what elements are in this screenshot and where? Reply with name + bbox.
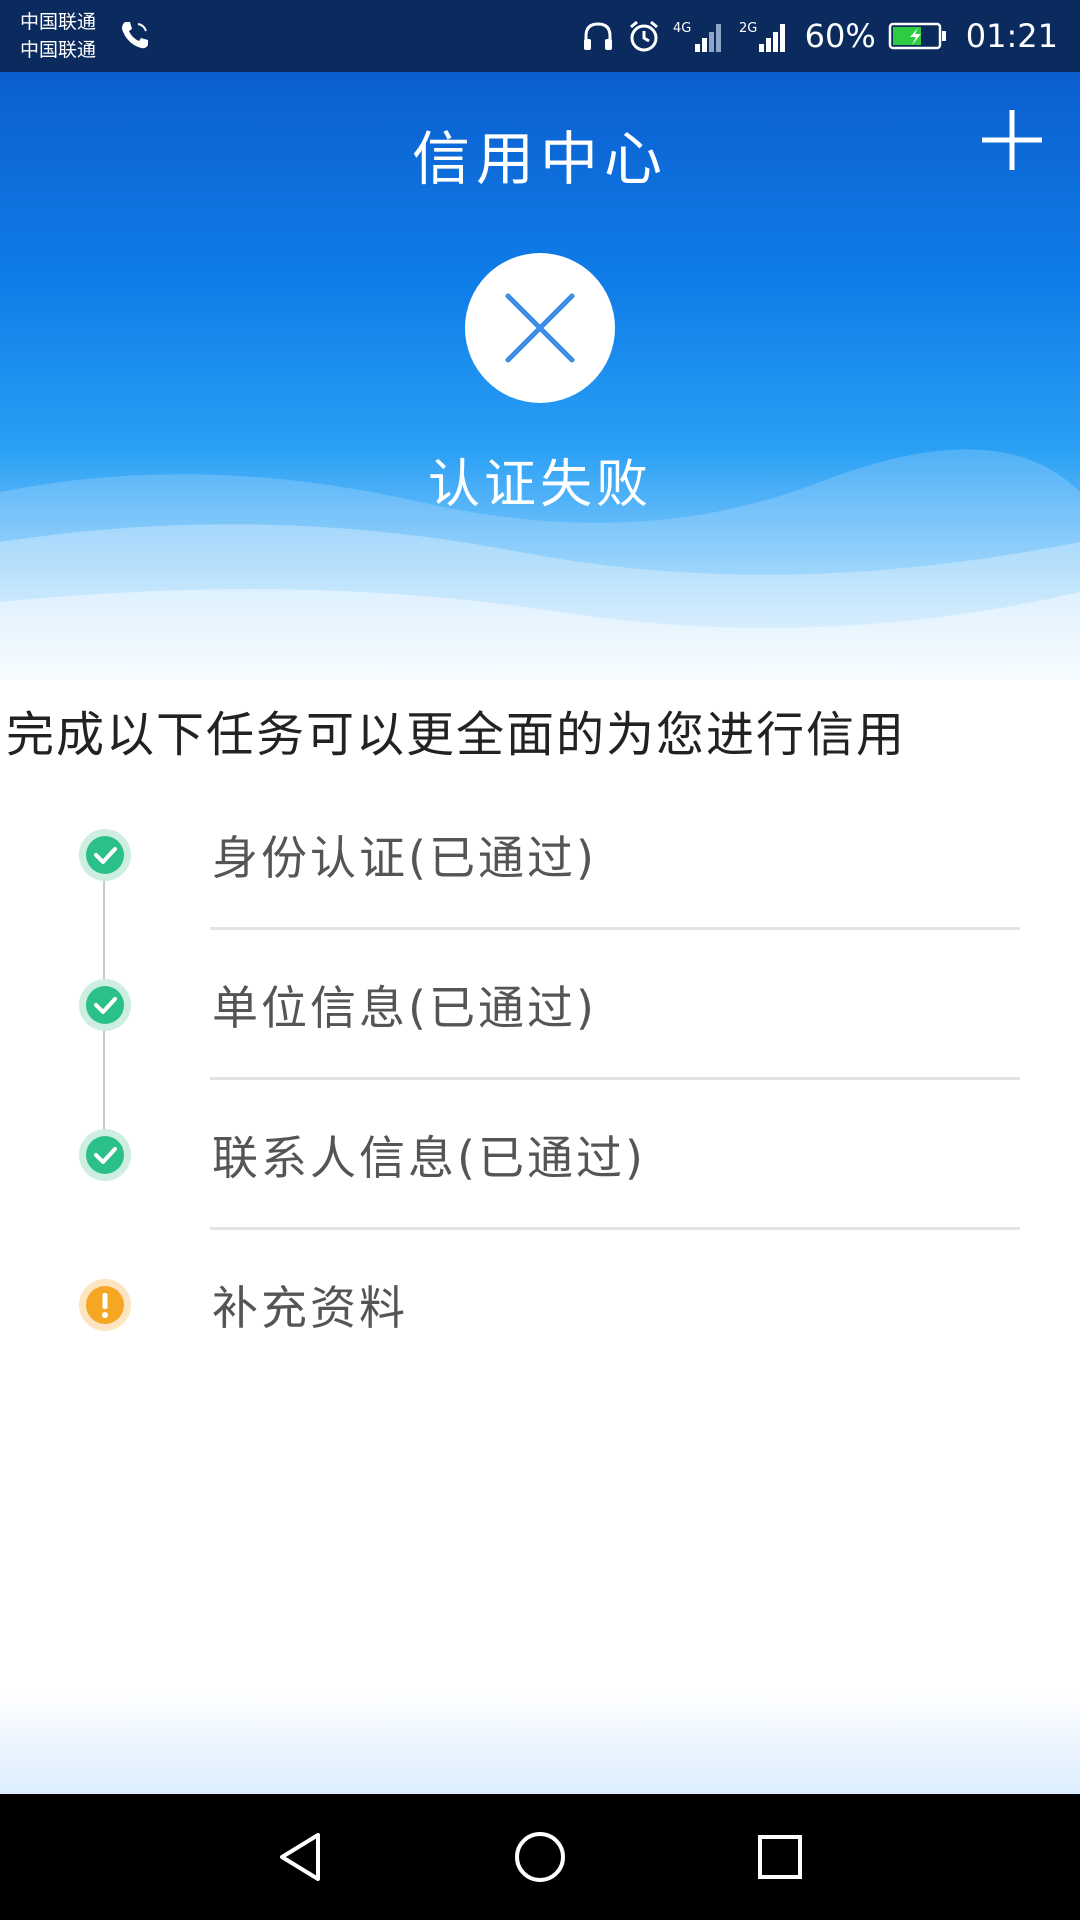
navigation-bar	[0, 1794, 1080, 1920]
task-label: 单位信息(已通过)	[212, 981, 597, 1035]
task-label: 身份认证(已通过)	[212, 831, 597, 885]
signal-4g-label: 4G	[673, 21, 691, 36]
task-item-supplementary[interactable]: 补充资料	[0, 1250, 1080, 1400]
back-icon[interactable]	[270, 1827, 330, 1887]
clock: 01:21	[965, 17, 1058, 55]
recents-icon[interactable]	[750, 1827, 810, 1887]
intro-text: 完成以下任务可以更全面的为您进行信用	[6, 707, 907, 763]
task-item-identity[interactable]: 身份认证(已通过)	[0, 800, 1080, 950]
status-bar: 中国联通 中国联通 4G 2G 60% 01:21	[0, 0, 1080, 72]
task-item-contacts[interactable]: 联系人信息(已通过)	[0, 1100, 1080, 1250]
divider	[210, 1077, 1020, 1080]
carrier-info: 中国联通 中国联通	[20, 8, 96, 64]
task-label: 联系人信息(已通过)	[212, 1131, 646, 1185]
signal-2g-icon: 2G	[739, 21, 785, 52]
page-title: 信用中心	[411, 125, 668, 193]
phone-call-icon	[122, 22, 148, 49]
task-label: 补充资料	[212, 1281, 408, 1335]
carrier-2: 中国联通	[20, 39, 97, 61]
check-circle-icon	[79, 1129, 131, 1181]
signal-4g-icon: 4G	[673, 21, 721, 52]
divider	[210, 1227, 1020, 1230]
warning-circle-icon	[79, 1279, 131, 1331]
bottom-wave-decoration	[0, 1690, 1080, 1794]
plus-icon[interactable]	[972, 100, 1052, 180]
signal-2g-label: 2G	[739, 21, 757, 36]
header: 信用中心 认证失败	[0, 72, 1080, 680]
auth-status-text: 认证失败	[427, 455, 652, 515]
divider	[210, 927, 1020, 930]
home-icon[interactable]	[510, 1827, 570, 1887]
check-circle-icon	[79, 979, 131, 1031]
check-circle-icon	[79, 829, 131, 881]
battery-percentage: 60%	[804, 17, 876, 55]
battery-charging-icon	[888, 22, 946, 50]
task-item-employer[interactable]: 单位信息(已通过)	[0, 950, 1080, 1100]
alarm-icon	[629, 20, 658, 52]
status-icons: 4G 2G 60% 01:21	[581, 14, 1058, 58]
headphones-icon	[583, 22, 612, 50]
result-icon-badge	[465, 253, 615, 403]
close-icon	[505, 293, 575, 363]
carrier-1: 中国联通	[20, 11, 97, 33]
